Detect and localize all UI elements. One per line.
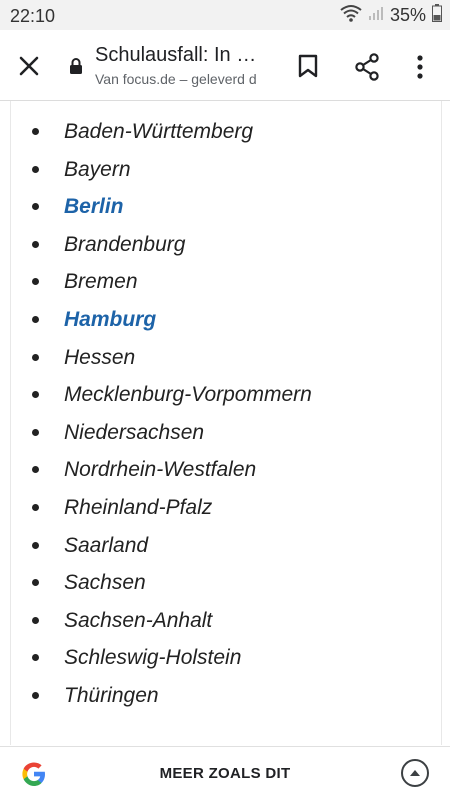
state-label: Saarland <box>64 533 149 557</box>
expand-up-icon[interactable] <box>401 759 429 787</box>
list-item: Nordrhein-Westfalen <box>11 451 312 489</box>
signal-icon <box>368 5 384 26</box>
bullet-icon <box>32 203 39 211</box>
bullet-icon <box>32 165 39 173</box>
bullet-icon <box>32 691 39 699</box>
state-label: Hessen <box>64 345 136 369</box>
bullet-icon <box>32 616 39 624</box>
page-title: Schulausfall: In w… <box>95 44 270 66</box>
state-label: Thüringen <box>64 683 159 707</box>
lock-icon[interactable] <box>68 56 84 76</box>
list-item: Thüringen <box>11 677 312 715</box>
bullet-icon <box>32 428 39 436</box>
list-item: Sachsen <box>11 564 312 602</box>
more-vert-icon[interactable] <box>408 50 432 84</box>
battery-icon <box>432 3 442 27</box>
wifi-icon <box>340 4 362 27</box>
state-label: Baden-Württemberg <box>64 120 254 143</box>
list-item: Niedersachsen <box>11 414 312 452</box>
bullet-icon <box>32 278 39 286</box>
list-item[interactable]: Hamburg <box>11 301 312 339</box>
status-bar: 22:10 35% <box>0 0 450 30</box>
bookmark-icon[interactable] <box>292 50 324 82</box>
bullet-icon <box>32 466 39 474</box>
state-link[interactable]: Hamburg <box>64 308 156 331</box>
bullet-icon <box>32 240 39 248</box>
state-link[interactable]: Berlin <box>64 195 124 218</box>
bullet-icon <box>32 128 39 135</box>
state-label: Niedersachsen <box>64 420 205 444</box>
state-label: Nordrhein-Westfalen <box>64 458 257 482</box>
bullet-icon <box>32 503 39 511</box>
bullet-icon <box>32 353 39 361</box>
list-item: Sachsen-Anhalt <box>11 602 312 640</box>
list-item: Bayern <box>11 151 312 189</box>
custom-tab-toolbar: Schulausfall: In w… Van focus.de – gelev… <box>0 30 450 101</box>
list-item: Schleswig-Holstein <box>11 639 312 677</box>
status-icons: 35% <box>340 3 442 27</box>
bullet-icon <box>32 541 39 549</box>
article-content[interactable]: Baden-Württemberg Bayern Berlin Brandenburg… <box>10 101 442 745</box>
list-item: Mecklenburg-Vorpommern <box>11 376 312 414</box>
bullet-icon <box>32 391 39 399</box>
state-label: Mecklenburg-Vorpommern <box>64 383 312 407</box>
state-label: Schleswig-Holstein <box>64 646 242 670</box>
list-item[interactable]: Berlin <box>11 188 312 226</box>
clock: 22:10 <box>10 6 56 26</box>
list-item: Bremen <box>11 263 312 301</box>
state-label: Rheinland-Pfalz <box>64 495 213 519</box>
bottom-bar: MEER ZOALS DIT <box>0 746 450 801</box>
more-like-this-button[interactable]: MEER ZOALS DIT <box>0 765 450 782</box>
share-icon[interactable] <box>350 50 384 84</box>
bullet-icon <box>32 579 39 587</box>
list-item: Brandenburg <box>11 226 312 264</box>
states-list: Baden-Württemberg Bayern Berlin Brandenburg… <box>11 113 312 715</box>
page-source: Van focus.de – geleverd d <box>95 71 257 87</box>
list-item: Rheinland-Pfalz <box>11 489 312 527</box>
list-item: Hessen <box>11 339 312 377</box>
state-label: Sachsen <box>64 571 146 595</box>
battery-percentage: 35% <box>389 4 426 25</box>
bullet-icon <box>32 315 39 323</box>
page-title-area[interactable]: Schulausfall: In w… Van focus.de – gelev… <box>95 44 270 87</box>
state-label: Bremen <box>64 270 138 294</box>
list-item: Saarland <box>11 527 312 565</box>
list-item: Baden-Württemberg <box>11 113 312 151</box>
close-icon[interactable] <box>14 51 44 81</box>
state-label: Bayern <box>64 157 131 181</box>
state-label: Sachsen-Anhalt <box>64 608 213 632</box>
state-label: Brandenburg <box>64 232 186 256</box>
bullet-icon <box>32 654 39 662</box>
